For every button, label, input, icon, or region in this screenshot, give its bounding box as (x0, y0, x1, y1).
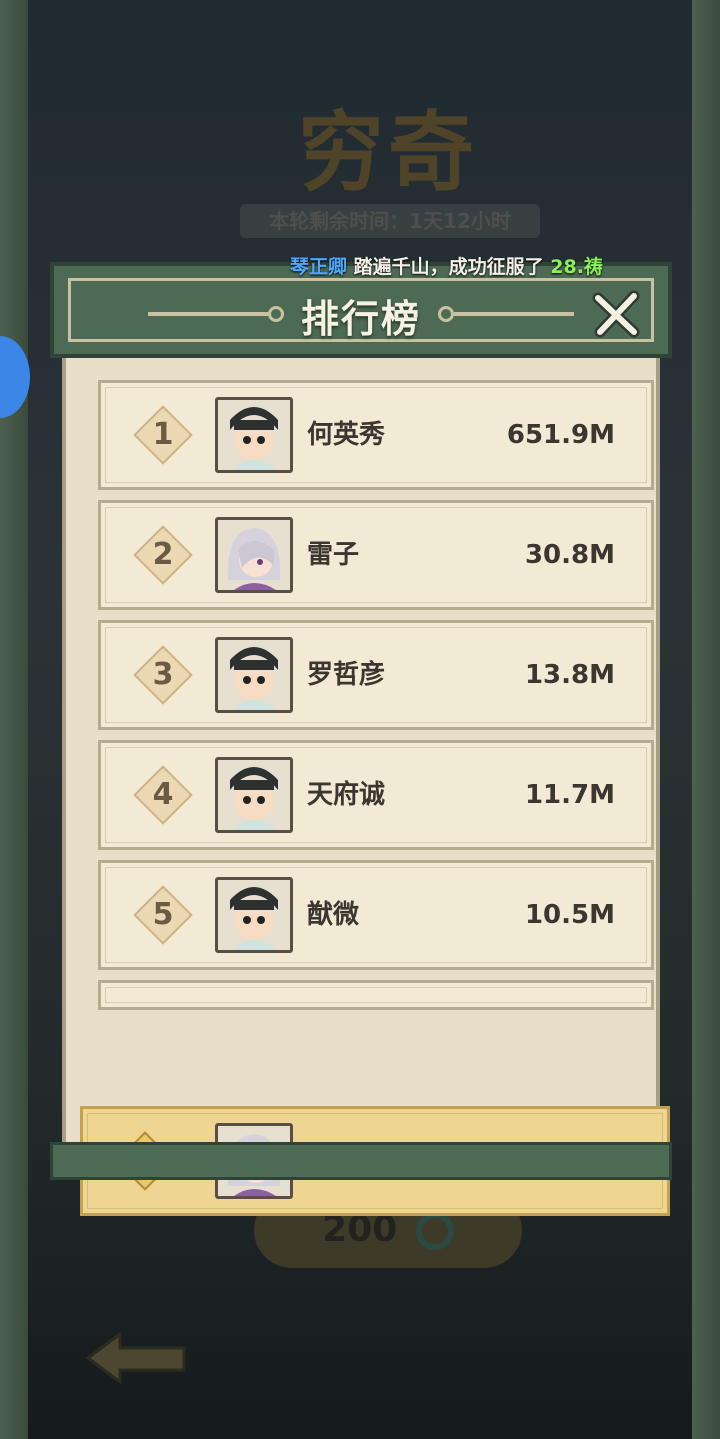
player-score: 30.8M (524, 540, 615, 570)
round-timer: 本轮剩余时间：1天12小时 (240, 204, 540, 238)
panel-footer (50, 1142, 672, 1180)
left-frame (0, 0, 28, 1439)
announcement-player: 琴正卿 (290, 256, 348, 278)
rank-badge: 4 (133, 765, 193, 825)
avatar (215, 877, 293, 953)
player-score: 10.5M (524, 900, 615, 930)
player-name: 何英秀 (307, 420, 386, 450)
list-item-partial[interactable] (98, 980, 654, 1010)
ranking-list[interactable]: 1 何英秀 651.9M 2 雷子 30.8M 3 罗哲彦 13.8M 4 天府… (62, 358, 670, 1216)
avatar (215, 637, 293, 713)
player-score: 651.9M (506, 420, 615, 450)
panel-title: 排行榜 (300, 297, 421, 341)
rank-badge: 3 (133, 645, 193, 705)
leaderboard-panel: 排行榜 1 何英秀 651.9M 2 雷子 30.8M 3 罗哲彦 13.8M … (50, 262, 672, 1216)
player-name: 猷微 (307, 900, 360, 930)
avatar (215, 517, 293, 593)
player-score: 11.7M (524, 780, 615, 810)
close-icon[interactable] (590, 288, 642, 340)
list-item[interactable]: 4 天府诚 11.7M (98, 740, 654, 850)
list-item[interactable]: 5 猷微 10.5M (98, 860, 654, 970)
rank-badge: 2 (133, 525, 193, 585)
announcement-level: 28.祷 (550, 256, 603, 278)
right-frame (692, 0, 720, 1439)
player-name: 罗哲彦 (307, 660, 386, 690)
list-item[interactable]: 2 雷子 30.8M (98, 500, 654, 610)
player-score: 13.8M (524, 660, 615, 690)
announcement-text: 踏遍千山，成功征服了 (347, 256, 551, 278)
back-arrow-icon[interactable] (84, 1330, 188, 1386)
coin-icon (415, 1212, 454, 1250)
rank-badge: 1 (133, 405, 193, 465)
avatar (215, 397, 293, 473)
avatar (215, 757, 293, 833)
announcement-marquee: 琴正卿 踏遍千山，成功征服了 28.祷 (290, 252, 603, 282)
player-name: 天府诚 (307, 780, 386, 810)
rank-badge: 5 (133, 885, 193, 945)
list-item[interactable]: 1 何英秀 651.9M (98, 380, 654, 490)
boss-title: 穷奇 (298, 102, 478, 203)
player-name: 雷子 (307, 540, 360, 570)
list-item[interactable]: 3 罗哲彦 13.8M (98, 620, 654, 730)
